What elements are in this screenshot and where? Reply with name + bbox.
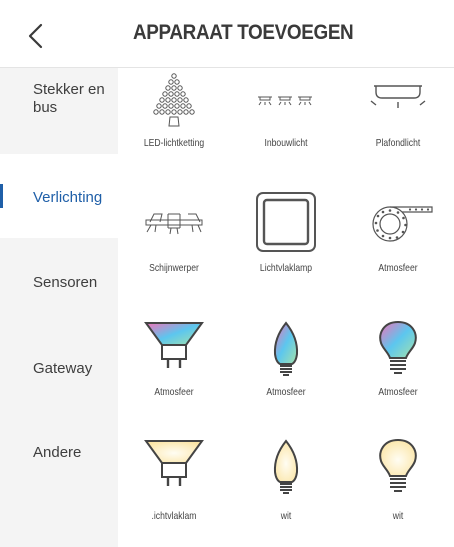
rgb-bulb-icon [379, 320, 417, 374]
device-tile-wit-bulb[interactable]: wit [342, 438, 454, 547]
light-panel-icon [256, 192, 316, 252]
device-tile-lichtvlaklamp-white[interactable]: .ichtvlaklam [118, 438, 230, 547]
device-label: wit [280, 510, 292, 522]
device-tile-atmosfeer-bulb[interactable]: Atmosfeer [342, 320, 454, 440]
category-sidebar: Stekker en bus Verlichting Sensoren Gate… [0, 68, 118, 547]
sidebar-item-verlichting[interactable]: Verlichting [0, 154, 118, 238]
device-label: Inbouwlicht [264, 137, 308, 149]
sidebar-item-stekker-en-bus[interactable]: Stekker en bus [0, 68, 118, 152]
device-grid: LED-lichtketting Inbouwlicht Plafondlich… [118, 68, 454, 547]
sidebar-item-label: Gateway [33, 360, 93, 377]
sidebar-item-label: Verlichting [33, 189, 103, 206]
white-spot-bulb-icon [144, 440, 204, 486]
device-label: Atmosfeer [266, 386, 306, 398]
rgb-candle-bulb-icon [273, 321, 299, 376]
device-tile-atmosfeer-candle[interactable]: Atmosfeer [230, 320, 342, 440]
sidebar-item-label: Stekker en bus [33, 81, 105, 116]
device-tile-schijnwerper[interactable]: Schijnwerper [118, 192, 230, 312]
device-label: Plafondlicht [375, 137, 421, 149]
device-tile-inbouwlicht[interactable]: Inbouwlicht [230, 68, 342, 188]
device-label: Atmosfeer [154, 386, 194, 398]
ceiling-light-icon [370, 85, 426, 108]
sidebar-item-andere[interactable]: Andere [0, 412, 118, 496]
device-tile-atmosfeer-strip[interactable]: Atmosfeer [342, 192, 454, 312]
header: APPARAAT TOEVOEGEN [0, 0, 454, 68]
page-title: APPARAAT TOEVOEGEN [133, 21, 354, 44]
recessed-light-icon [258, 96, 312, 106]
active-indicator [0, 184, 3, 208]
led-string-icon [153, 73, 195, 127]
white-bulb-icon [379, 438, 417, 492]
device-tile-led-lichtketting[interactable]: LED-lichtketting [118, 68, 230, 188]
chevron-left-icon[interactable] [24, 22, 48, 50]
sidebar-item-label: Andere [33, 444, 82, 461]
device-tile-lichtvlaklamp[interactable]: Lichtvlaklamp [230, 192, 342, 312]
sidebar-item-sensoren[interactable]: Sensoren [0, 240, 118, 324]
device-label: Atmosfeer [378, 262, 418, 274]
device-label: LED-lichtketting [143, 137, 205, 149]
sidebar-item-gateway[interactable]: Gateway [0, 326, 118, 410]
device-label: Atmosfeer [378, 386, 418, 398]
device-tile-wit-candle[interactable]: wit [230, 438, 342, 547]
device-tile-plafondlicht[interactable]: Plafondlicht [342, 68, 454, 188]
device-label: Lichtvlaklamp [259, 262, 313, 274]
device-label: Schijnwerper [149, 262, 199, 274]
spotlight-icon [145, 213, 203, 235]
light-strip-icon [372, 206, 433, 242]
sidebar-item-label: Sensoren [33, 274, 98, 291]
device-label: wit [392, 510, 404, 522]
white-candle-bulb-icon [273, 439, 299, 494]
rgb-spot-bulb-icon [144, 322, 204, 368]
device-tile-atmosfeer-spot[interactable]: Atmosfeer [118, 320, 230, 440]
device-label: .ichtvlaklam [151, 510, 197, 522]
